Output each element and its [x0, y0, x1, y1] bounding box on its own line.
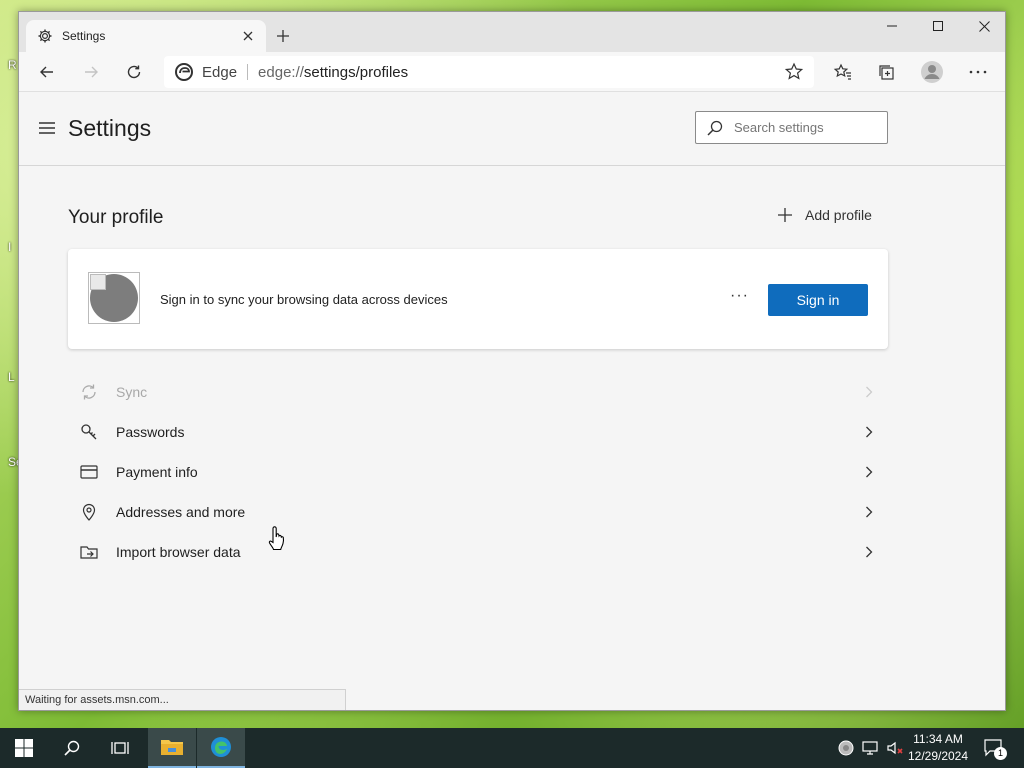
list-item-label: Passwords — [116, 424, 185, 440]
search-button[interactable] — [48, 728, 96, 768]
more-options-button[interactable]: ··· — [730, 287, 749, 305]
sync-message: Sign in to sync your browsing data acros… — [160, 292, 448, 307]
file-explorer-button[interactable] — [148, 728, 196, 768]
desktop-label-fragment: R — [8, 58, 17, 72]
list-item-label: Addresses and more — [116, 504, 246, 520]
hand-cursor-icon — [268, 526, 285, 551]
tab-title: Settings — [62, 29, 106, 43]
search-icon — [707, 120, 723, 136]
credit-card-icon — [79, 462, 99, 482]
refresh-button[interactable] — [118, 56, 150, 88]
back-button[interactable] — [31, 56, 63, 88]
forward-button[interactable] — [75, 56, 107, 88]
system-clock[interactable]: 11:34 AM 12/29/2024 — [903, 731, 973, 765]
settings-header: Settings — [19, 92, 1005, 166]
address-divider — [247, 64, 249, 80]
clock-date: 12/29/2024 — [907, 749, 969, 763]
monitor-icon[interactable] — [860, 728, 880, 768]
browser-toolbar: Edge edge://settings/profiles — [19, 52, 1005, 92]
add-profile-button[interactable]: Add profile — [777, 207, 872, 223]
location-pin-icon — [79, 502, 99, 522]
start-button[interactable] — [0, 728, 48, 768]
close-window-button[interactable] — [961, 12, 1005, 40]
minimize-button[interactable] — [869, 12, 915, 40]
more-menu-button[interactable] — [962, 56, 994, 88]
sign-in-button[interactable]: Sign in — [768, 284, 868, 316]
import-folder-icon — [79, 542, 99, 562]
maximize-button[interactable] — [915, 12, 961, 40]
tab-strip: Settings — [19, 12, 1005, 52]
chevron-right-icon — [862, 505, 876, 519]
edge-logo-icon — [211, 737, 231, 757]
taskbar: 11:34 AM 12/29/2024 1 — [0, 728, 1024, 768]
profile-avatar — [88, 272, 140, 324]
address-bar[interactable]: Edge edge://settings/profiles — [164, 56, 814, 88]
network-globe-icon[interactable] — [836, 728, 856, 768]
folder-icon — [161, 740, 183, 755]
list-item-passwords[interactable]: Passwords — [68, 412, 888, 452]
edge-taskbar-button[interactable] — [197, 728, 245, 768]
edge-logo-icon — [175, 63, 193, 81]
favorite-star-icon[interactable] — [784, 62, 804, 82]
windows-logo-icon — [15, 739, 33, 757]
chevron-right-icon — [862, 425, 876, 439]
clock-time: 11:34 AM — [913, 732, 963, 746]
list-item-label: Import browser data — [116, 544, 241, 560]
desktop-label-fragment: I — [8, 240, 12, 254]
list-item-import-browser-data[interactable]: Import browser data — [68, 532, 888, 572]
url-path: settings/profiles — [303, 63, 409, 81]
task-view-icon — [111, 742, 129, 754]
search-settings-box[interactable] — [695, 111, 888, 144]
add-profile-label: Add profile — [805, 207, 872, 223]
url-scheme: edge:// — [258, 63, 304, 81]
list-item-sync[interactable]: Sync — [68, 372, 888, 412]
status-bar: Waiting for assets.msn.com... — [19, 689, 346, 710]
tab-settings[interactable]: Settings — [26, 20, 266, 52]
profile-card: Sign in to sync your browsing data acros… — [68, 249, 888, 349]
avatar — [921, 61, 943, 83]
profile-avatar-button[interactable] — [916, 56, 948, 88]
key-icon — [79, 422, 99, 442]
profile-settings-list: Sync Passwords Payment info Addresses an… — [68, 372, 888, 572]
list-item-addresses[interactable]: Addresses and more — [68, 492, 888, 532]
site-name: Edge — [202, 63, 238, 81]
list-item-payment-info[interactable]: Payment info — [68, 452, 888, 492]
chevron-right-icon — [862, 465, 876, 479]
chevron-right-icon — [862, 545, 876, 559]
chevron-right-icon — [862, 385, 876, 399]
notifications-button[interactable]: 1 — [978, 728, 1010, 768]
hamburger-menu-icon[interactable] — [37, 120, 57, 136]
settings-content: Your profile Add profile Sign in to sync… — [19, 167, 1005, 687]
sync-icon — [79, 382, 99, 402]
list-item-label: Payment info — [116, 464, 198, 480]
search-input[interactable] — [734, 120, 874, 135]
browser-window: Settings Edge edge:// settings/profiles … — [18, 11, 1006, 711]
list-item-label: Sync — [116, 384, 148, 400]
gear-icon — [36, 27, 54, 45]
collections-button[interactable] — [871, 56, 903, 88]
desktop-label-fragment: L — [8, 370, 15, 384]
section-title: Your profile — [68, 207, 164, 228]
favorites-button[interactable] — [827, 56, 859, 88]
task-view-button[interactable] — [96, 728, 144, 768]
close-tab-icon[interactable] — [240, 28, 256, 44]
search-icon — [64, 740, 80, 756]
notification-count: 1 — [994, 747, 1007, 760]
page-title: Settings — [68, 115, 152, 141]
plus-icon — [778, 208, 792, 222]
new-tab-button[interactable] — [271, 24, 295, 48]
broken-image-icon — [90, 274, 106, 290]
